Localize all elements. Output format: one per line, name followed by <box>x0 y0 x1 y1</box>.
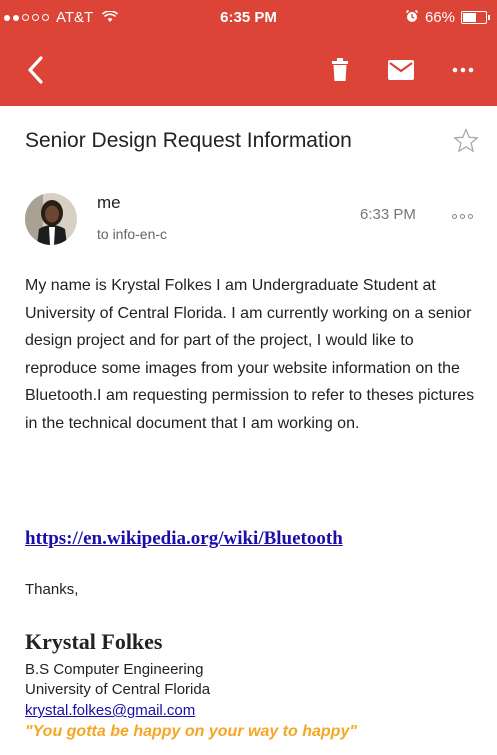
mail-icon <box>388 60 414 80</box>
battery-icon <box>461 11 490 24</box>
email-toolbar <box>0 38 497 106</box>
mark-unread-button[interactable] <box>381 52 421 88</box>
subject-row: Senior Design Request Information <box>0 106 497 176</box>
signature-university: University of Central Florida <box>25 681 211 698</box>
signature-name: Krystal Folkes <box>25 629 163 654</box>
signature-quote: "You gotta be happy on your way to happy… <box>25 723 357 740</box>
back-button[interactable] <box>16 52 56 88</box>
wikipedia-link[interactable]: https://en.wikipedia.org/wiki/Bluetooth <box>25 528 343 550</box>
trash-icon <box>332 58 348 81</box>
message-time: 6:33 PM <box>360 206 416 223</box>
status-right: 66% <box>405 9 490 26</box>
more-options-button[interactable] <box>443 52 483 88</box>
alarm-icon <box>405 9 419 26</box>
star-icon <box>453 128 479 152</box>
app-header: AT&T 6:35 PM 66% <box>0 0 497 106</box>
more-dots-icon <box>452 67 474 73</box>
signature-email-link[interactable]: krystal.folkes@gmail.com <box>25 702 195 719</box>
battery-percent: 66% <box>424 9 455 26</box>
signature-degree: B.S Computer Engineering <box>25 661 204 678</box>
sender-name: me <box>97 193 121 212</box>
recipient-line[interactable]: to info-en-c <box>97 226 167 242</box>
delete-button[interactable] <box>320 52 360 88</box>
status-bar: AT&T 6:35 PM 66% <box>0 0 497 38</box>
email-subject: Senior Design Request Information <box>25 129 352 152</box>
closing-text: Thanks, <box>25 581 79 598</box>
back-chevron-icon <box>28 56 43 84</box>
message-more-button[interactable] <box>452 210 478 222</box>
sender-avatar[interactable] <box>25 193 77 245</box>
email-body: My name is Krystal Folkes I am Undergrad… <box>25 277 475 432</box>
star-button[interactable] <box>453 128 479 154</box>
